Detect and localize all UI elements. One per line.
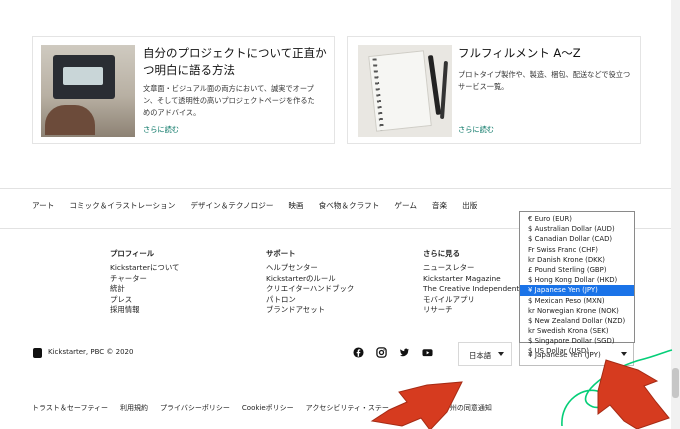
currency-option[interactable]: $ Hong Kong Dollar (HKD) bbox=[520, 275, 634, 285]
youtube-icon[interactable] bbox=[422, 347, 433, 358]
card-title-line: つ明白に語る方法 bbox=[143, 63, 235, 77]
currency-option[interactable]: $ New Zealand Dollar (NZD) bbox=[520, 316, 634, 326]
card-title-line: フルフィルメント A～Z bbox=[458, 46, 581, 60]
currency-option[interactable]: ¥ Japanese Yen (JPY) bbox=[520, 285, 634, 296]
card-description: 文章面・ビジュアル面の両方において、誠実でオープン、そして透明性の高いプロジェク… bbox=[143, 84, 315, 117]
category-link-games[interactable]: ゲーム bbox=[394, 200, 417, 211]
chevron-down-icon bbox=[498, 352, 504, 356]
footer-link[interactable]: ニュースレター bbox=[423, 263, 519, 273]
facebook-icon[interactable] bbox=[353, 347, 364, 358]
legal-nav: トラスト＆セーフティー 利用規約 プライバシーポリシー Cookieポリシー ア… bbox=[32, 403, 504, 413]
footer-column-support: サポート ヘルプセンター Kickstarterのルール クリエイターハンドブッ… bbox=[266, 249, 354, 315]
footer-column-heading: プロフィール bbox=[110, 249, 155, 258]
hand-shape bbox=[45, 105, 95, 135]
currency-dropdown-list[interactable]: € Euro (EUR) $ Australian Dollar (AUD) $ C… bbox=[519, 211, 635, 355]
currency-option[interactable]: kr Danish Krone (DKK) bbox=[520, 255, 634, 265]
trust-safety-link[interactable]: トラスト＆セーフティー bbox=[32, 403, 108, 413]
currency-option[interactable]: $ Australian Dollar (AUD) bbox=[520, 224, 634, 234]
language-select-value: 日本語 bbox=[469, 351, 492, 360]
footer-column-heading: さらに見る bbox=[423, 249, 460, 258]
laptop-thumbnail[interactable] bbox=[41, 45, 135, 137]
footer-link[interactable]: プレス bbox=[110, 295, 179, 305]
story-card-fulfillment[interactable]: フルフィルメント A～Z プロトタイプ製作や、製造、梱包、配送などで役立つサービ… bbox=[347, 36, 641, 144]
category-link-music[interactable]: 音楽 bbox=[432, 200, 447, 211]
footer-link[interactable]: パトロン bbox=[266, 295, 354, 305]
footer-link[interactable]: 採用情報 bbox=[110, 305, 179, 315]
terms-link[interactable]: 利用規約 bbox=[120, 403, 148, 413]
currency-option[interactable]: € Euro (EUR) bbox=[520, 214, 634, 224]
footer-link[interactable]: 統計 bbox=[110, 284, 179, 294]
california-notice-link[interactable]: カリフォルニア州の同意通知 bbox=[401, 403, 492, 413]
footer-link[interactable]: リサーチ bbox=[423, 305, 519, 315]
notebook-shape bbox=[368, 50, 432, 132]
category-link-food[interactable]: 食べ物＆クラフト bbox=[319, 200, 380, 211]
currency-option[interactable]: $ Canadian Dollar (CAD) bbox=[520, 234, 634, 244]
footer-link[interactable]: Kickstarterについて bbox=[110, 263, 179, 273]
category-link-film[interactable]: 映画 bbox=[288, 200, 303, 211]
currency-option[interactable]: kr Norwegian Krone (NOK) bbox=[520, 306, 634, 316]
scrollbar-thumb[interactable] bbox=[672, 368, 679, 398]
pen-shape bbox=[439, 60, 449, 120]
currency-option[interactable]: $ US Dollar (USD) bbox=[520, 346, 634, 356]
footer-column-heading: サポート bbox=[266, 249, 296, 258]
right-arrow-icon bbox=[597, 359, 670, 429]
twitter-icon[interactable] bbox=[399, 347, 410, 358]
currency-option[interactable]: $ Singapore Dollar (SGD) bbox=[520, 336, 634, 346]
footer-link[interactable]: The Creative Independent bbox=[423, 284, 519, 294]
pen-shape bbox=[427, 54, 442, 116]
category-link-comics[interactable]: コミック＆イラストレーション bbox=[69, 200, 175, 211]
notebook-thumbnail[interactable] bbox=[358, 45, 452, 137]
footer-link[interactable]: Kickstarterのルール bbox=[266, 274, 354, 284]
category-nav: アート コミック＆イラストレーション デザイン＆テクノロジー 映画 食べ物＆クラ… bbox=[32, 200, 492, 211]
instagram-icon[interactable] bbox=[376, 347, 387, 358]
card-title[interactable]: 自分のプロジェクトについて正直か つ明白に語る方法 bbox=[143, 45, 327, 79]
footer-link[interactable]: Kickstarter Magazine bbox=[423, 274, 519, 284]
story-card-honest[interactable]: 自分のプロジェクトについて正直か つ明白に語る方法 文章面・ビジュアル面の両方に… bbox=[32, 36, 335, 144]
scrollbar-track[interactable] bbox=[671, 0, 680, 429]
read-more-link[interactable]: さらに読む bbox=[458, 125, 494, 135]
currency-option[interactable]: Fr Swiss Franc (CHF) bbox=[520, 245, 634, 255]
card-title[interactable]: フルフィルメント A～Z bbox=[458, 45, 581, 62]
laptop-screen bbox=[53, 55, 115, 99]
currency-option[interactable]: £ Pound Sterling (GBP) bbox=[520, 265, 634, 275]
footer-column-more: さらに見る ニュースレター Kickstarter Magazine The C… bbox=[423, 249, 519, 315]
read-more-link[interactable]: さらに読む bbox=[143, 125, 179, 135]
copyright-text: Kickstarter, PBC © 2020 bbox=[48, 348, 134, 356]
cookie-policy-link[interactable]: Cookieポリシー bbox=[242, 403, 294, 413]
card-title-line: 自分のプロジェクトについて正直か bbox=[143, 46, 327, 60]
footer-link[interactable]: モバイルアプリ bbox=[423, 295, 519, 305]
footer-column-profile: プロフィール Kickstarterについて チャーター 統計 プレス 採用情報 bbox=[110, 249, 179, 315]
currency-option[interactable]: $ Mexican Peso (MXN) bbox=[520, 296, 634, 306]
accessibility-link[interactable]: アクセシビリティ・ステー bbox=[306, 403, 389, 413]
footer-link[interactable]: ブランドアセット bbox=[266, 305, 354, 315]
privacy-policy-link[interactable]: プライバシーポリシー bbox=[160, 403, 230, 413]
category-link-design[interactable]: デザイン＆テクノロジー bbox=[190, 200, 273, 211]
language-select[interactable]: 日本語 bbox=[458, 342, 512, 366]
footer-link[interactable]: クリエイターハンドブック bbox=[266, 284, 354, 294]
card-description: プロトタイプ製作や、製造、梱包、配送などで役立つサービス一覧。 bbox=[458, 70, 631, 91]
footer-link[interactable]: チャーター bbox=[110, 274, 179, 284]
footer-link[interactable]: ヘルプセンター bbox=[266, 263, 354, 273]
category-link-publishing[interactable]: 出版 bbox=[462, 200, 477, 211]
category-link-art[interactable]: アート bbox=[32, 200, 54, 211]
divider bbox=[0, 188, 680, 189]
currency-option[interactable]: kr Swedish Krona (SEK) bbox=[520, 326, 634, 336]
kickstarter-logo-icon[interactable] bbox=[33, 348, 42, 358]
